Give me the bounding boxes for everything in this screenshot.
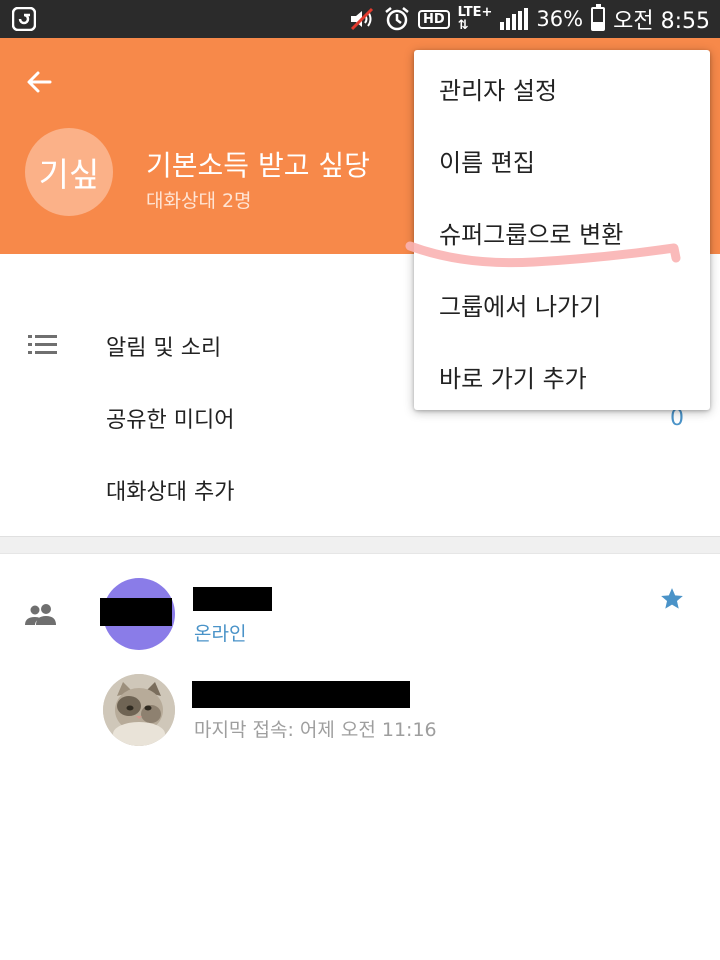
group-title: 기본소득 받고 싶당: [146, 149, 370, 182]
clock: 오전 8:55: [613, 9, 710, 34]
group-avatar[interactable]: 기싶: [25, 128, 113, 216]
hd-voice-badge: HD: [417, 9, 450, 29]
signal-icon: [500, 8, 529, 30]
member-avatar[interactable]: [103, 674, 175, 746]
status-bar: HD LTE+ ⇅ 36% 오전 8:55: [0, 0, 720, 38]
redacted-member-name: [192, 681, 410, 708]
section-divider: [0, 536, 720, 554]
add-member-item[interactable]: 대화상대 추가: [106, 474, 234, 506]
notifications-sounds-item[interactable]: 알림 및 소리: [106, 330, 221, 362]
mute-icon: [350, 7, 374, 31]
members-icon: [25, 604, 56, 625]
member-status: 마지막 접속: 어제 오전 11:16: [194, 719, 437, 741]
list-icon: [28, 335, 57, 354]
redacted-avatar-initials: [100, 598, 172, 626]
lte-plus-label: +: [481, 5, 493, 20]
overflow-menu: 관리자 설정 이름 편집 슈퍼그룹으로 변환 그룹에서 나가기 바로 가기 추가: [414, 50, 710, 410]
menu-item-admin-settings[interactable]: 관리자 설정: [414, 52, 710, 124]
menu-item-leave-group[interactable]: 그룹에서 나가기: [414, 268, 710, 340]
redacted-member-name: [193, 587, 272, 611]
member-count: 대화상대 2명: [146, 190, 252, 212]
shared-media-item[interactable]: 공유한 미디어: [106, 402, 234, 434]
status-icons: HD LTE+ ⇅ 36% 오전 8:55: [348, 0, 710, 38]
lte-indicator: LTE+ ⇅: [458, 6, 493, 32]
battery-icon: [591, 4, 606, 31]
battery-percent: 36%: [536, 7, 584, 31]
cat-photo: [103, 674, 175, 746]
back-arrow-icon[interactable]: [20, 62, 60, 102]
menu-item-edit-name[interactable]: 이름 편집: [414, 124, 710, 196]
data-arrows-icon: ⇅: [457, 18, 469, 33]
battery-fill: [593, 21, 604, 29]
alarm-icon: [385, 7, 409, 31]
pink-highlight-stroke: [405, 241, 681, 268]
menu-item-add-shortcut[interactable]: 바로 가기 추가: [414, 340, 710, 412]
app-logo-icon: [12, 7, 36, 31]
member-status: 온라인: [194, 623, 247, 645]
star-icon: [661, 588, 683, 609]
